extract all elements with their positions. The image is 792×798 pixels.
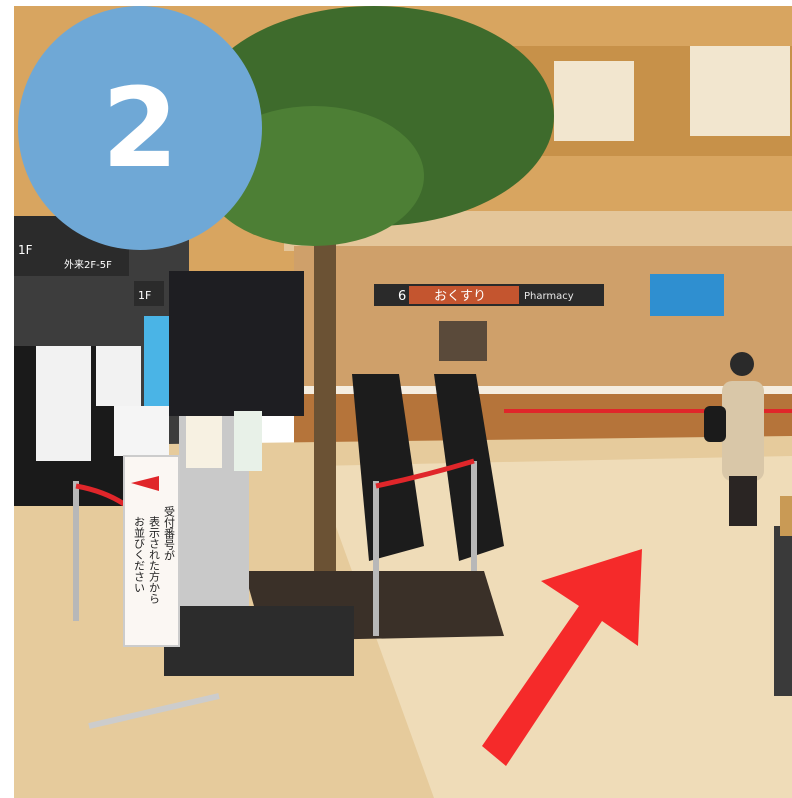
counter-back-wall (294, 246, 792, 396)
step-number-badge: 2 (18, 6, 262, 250)
floor-1f-text: 1F (138, 289, 151, 302)
photo-frame: 6 おくすり Pharmacy 1F 外来2F-5F 1F 受付番号が 表示され… (14, 6, 792, 798)
person-head (730, 352, 754, 376)
kiosk-poster-1 (186, 416, 222, 468)
standing-sign-top (114, 406, 169, 456)
queue-display-screen (650, 274, 724, 316)
step-number-text: 2 (101, 64, 179, 192)
kiosk-screen (169, 271, 304, 416)
bench-right (774, 526, 792, 696)
balcony-window-1 (554, 61, 634, 141)
counter-name-text: おくすり (434, 289, 486, 304)
standing-sign-text-3: お並びください (133, 516, 146, 593)
wall-picture (439, 321, 487, 361)
white-cover-2 (96, 346, 141, 406)
bench-armrest (780, 496, 792, 536)
floor-left-text: 1F (18, 243, 33, 257)
white-cover-1 (36, 346, 91, 461)
standing-sign-text-1: 受付番号が (163, 506, 176, 561)
counter-number-text: 6 (398, 289, 406, 304)
kiosk-poster-2 (234, 411, 262, 471)
floor-upper-text: 外来2F-5F (64, 259, 112, 271)
kiosk-base (164, 606, 354, 676)
counter-english-text: Pharmacy (524, 291, 574, 302)
person-legs (729, 476, 757, 526)
balcony-window-2 (690, 46, 790, 136)
standing-sign-text-2: 表示された方から (148, 515, 161, 604)
tree-trunk (314, 236, 336, 606)
person-coat (722, 381, 764, 481)
person-bag (704, 406, 726, 442)
